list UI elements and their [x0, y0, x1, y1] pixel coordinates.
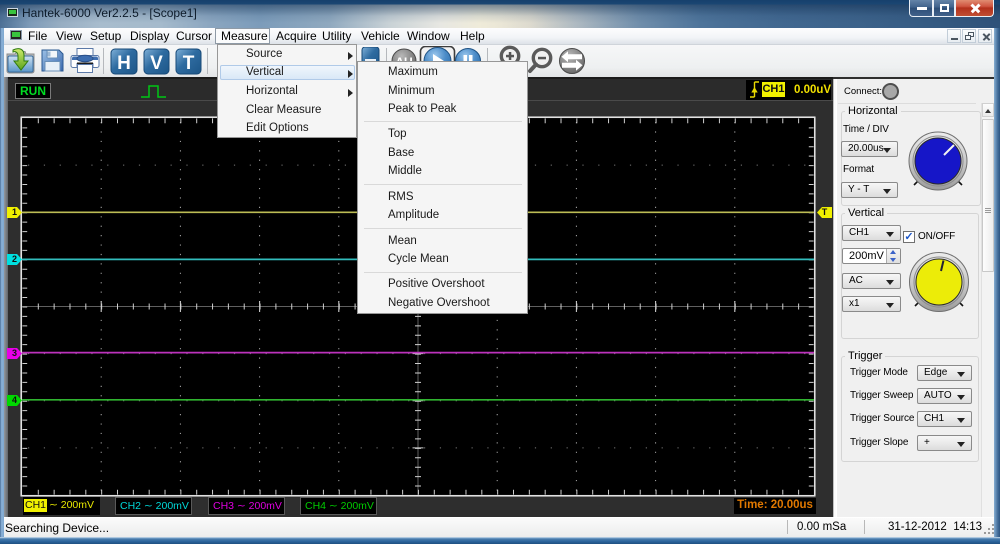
svg-text:V: V — [150, 53, 163, 74]
svg-text:H: H — [117, 53, 131, 74]
svg-text:T: T — [183, 53, 195, 74]
